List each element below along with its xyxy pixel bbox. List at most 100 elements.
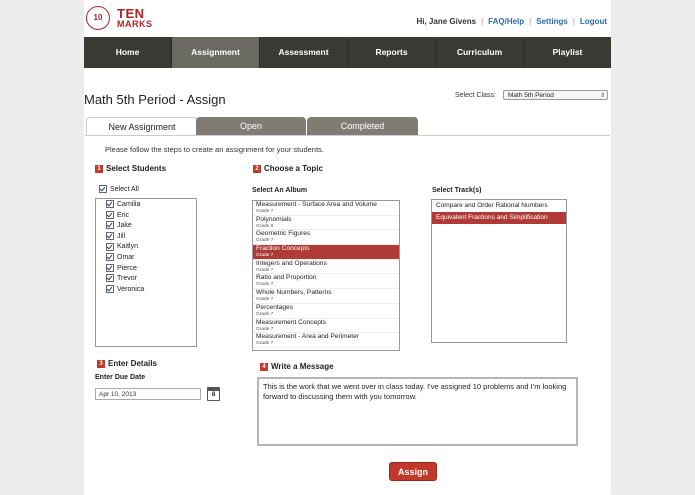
album-grade: Grade 7 (256, 253, 274, 259)
album-item[interactable]: Geometric Figures Grade 7 (253, 230, 399, 246)
album-item-selected[interactable]: Fraction Concepts Grade 7 (253, 245, 399, 260)
album-name: Fraction Concepts (256, 245, 310, 253)
select-class-value: Math 5th Period (508, 92, 554, 99)
album-list: Measurement - Surface Area and Volume Gra… (252, 200, 400, 351)
album-grade: Grade 7 (256, 238, 274, 244)
select-class-label: Select Class: (455, 92, 496, 99)
album-name: Percentages (256, 303, 294, 311)
due-date-input[interactable]: Apr 10, 2013 (95, 388, 201, 400)
checkmark-icon (106, 200, 114, 209)
logo-text-marks: MARKS (117, 19, 153, 29)
page-title: Math 5th Period - Assign (84, 92, 226, 107)
album-item[interactable]: Measurement - Surface Area and Volume Gra… (253, 201, 399, 216)
album-name: Ratio and Proportion (256, 274, 317, 282)
step2-number: 2 (253, 164, 261, 173)
due-date-label: Enter Due Date (95, 374, 146, 381)
checkmark-icon (106, 242, 114, 251)
step4-heading: 4 Write a Message (260, 362, 334, 371)
step2-heading: 2 Choose a Topic (253, 164, 323, 173)
logo-badge: 10 (86, 6, 110, 30)
nav-curriculum[interactable]: Curriculum (436, 37, 524, 68)
message-textarea[interactable]: This is the work that we went over in cl… (257, 377, 578, 446)
step1-title: Select Students (106, 164, 167, 173)
select-all-checkbox[interactable]: Select All (99, 185, 139, 193)
student-item[interactable]: Trevor (106, 274, 196, 285)
track-item-selected[interactable]: Equivalent Fractions and Simplification (432, 212, 566, 224)
album-name: Measurement - Area and Perimeter (256, 333, 359, 341)
nav-assignment[interactable]: Assignment (172, 37, 260, 68)
album-name: Measurement - Surface Area and Volume (256, 201, 377, 208)
nav-assessment[interactable]: Assessment (260, 37, 348, 68)
step4-number: 4 (260, 362, 268, 371)
album-item[interactable]: Measurement - Area and Perimeter Grade 7 (253, 333, 399, 348)
student-name: Jake (117, 222, 132, 230)
album-item[interactable]: Integers and Operations Grade 7 (253, 260, 399, 275)
student-item[interactable]: Kaitlyn (106, 242, 196, 253)
track-item[interactable]: Compare and Order Rational Numbers (432, 200, 566, 212)
album-item[interactable]: Polynomials Grade 8 (253, 216, 399, 231)
student-item[interactable]: Pierce (106, 263, 196, 275)
nav-playlist[interactable]: Playlist (524, 37, 611, 68)
album-grade: Grade 7 (256, 282, 274, 288)
album-item[interactable]: Percentages Grade 7 (253, 304, 399, 319)
header-links: Hi, Jane Givens | FAQ/Help | Settings | Logout (416, 17, 607, 26)
main-nav: Home Assignment Assessment Reports Curri… (84, 37, 611, 68)
track-list: Compare and Order Rational Numbers Equiv… (431, 199, 567, 343)
step3-title: Enter Details (108, 359, 157, 368)
track-label: Select Track(s) (432, 187, 482, 194)
album-grade: Grade 7 (256, 209, 274, 214)
album-item[interactable]: Whole Numbers, Patterns Grade 7 (253, 289, 399, 304)
student-name: Pierce (117, 264, 137, 272)
select-class-dropdown[interactable]: Math 5th Period ⇕ (503, 90, 608, 100)
album-grade: Grade 7 (256, 297, 274, 303)
student-name: Jill (117, 232, 126, 240)
faq-link[interactable]: FAQ/Help (488, 17, 524, 26)
checkmark-icon (106, 274, 114, 283)
nav-reports[interactable]: Reports (348, 37, 436, 68)
student-item[interactable]: Camilia (106, 200, 196, 211)
greeting-text: Hi, Jane Givens (416, 17, 477, 26)
tab-open[interactable]: Open (196, 117, 306, 136)
checkmark-icon (106, 263, 114, 272)
student-name: Trevor (117, 275, 137, 283)
assign-button[interactable]: Assign (389, 462, 437, 481)
album-name: Measurement Concepts (256, 318, 327, 326)
album-item[interactable]: Ratio and Proportion Grade 7 (253, 274, 399, 290)
checkmark-icon (99, 185, 107, 193)
tab-new-assignment[interactable]: New Assignment (86, 117, 198, 137)
calendar-icon[interactable]: 8 (207, 387, 220, 401)
settings-link[interactable]: Settings (536, 17, 568, 26)
student-item[interactable]: Jake (106, 221, 196, 232)
checkmark-icon (106, 284, 114, 293)
checkmark-icon (106, 253, 114, 262)
album-grade: Grade 7 (256, 341, 274, 347)
step1-heading: 1 Select Students (95, 164, 166, 173)
student-name: Omar (117, 253, 135, 261)
step3-number: 3 (97, 359, 105, 368)
step3-heading: 3 Enter Details (97, 359, 157, 368)
step4-title: Write a Message (271, 362, 334, 371)
tenmarks-logo[interactable]: 10 TEN MARKS (86, 6, 156, 32)
album-name: Whole Numbers, Patterns (256, 289, 332, 297)
album-grade: Grade 7 (256, 267, 274, 273)
nav-home[interactable]: Home (84, 37, 172, 68)
intro-text: Please follow the steps to create an ass… (105, 145, 324, 154)
album-grade: Grade 8 (256, 223, 274, 229)
student-item[interactable]: Eric (106, 210, 196, 222)
album-label: Select An Album (252, 187, 308, 194)
step2-title: Choose a Topic (264, 164, 323, 173)
album-item[interactable]: Measurement Concepts Grade 7 (253, 319, 399, 334)
student-item[interactable]: Omar (106, 253, 196, 264)
album-grade: Grade 7 (256, 311, 274, 317)
logout-link[interactable]: Logout (580, 17, 607, 26)
select-all-label: Select All (110, 185, 139, 193)
student-item[interactable]: Jill (106, 231, 196, 243)
checkmark-icon (106, 221, 114, 230)
student-item[interactable]: Veronica (106, 284, 196, 296)
step1-number: 1 (95, 164, 103, 173)
student-name: Kaitlyn (117, 243, 139, 251)
student-name: Veronica (117, 285, 145, 293)
student-list: Camilia Eric Jake Jill Kaitlyn Omar Pier… (95, 198, 197, 347)
tab-completed[interactable]: Completed (307, 117, 418, 136)
album-name: Polynomials (256, 215, 292, 223)
